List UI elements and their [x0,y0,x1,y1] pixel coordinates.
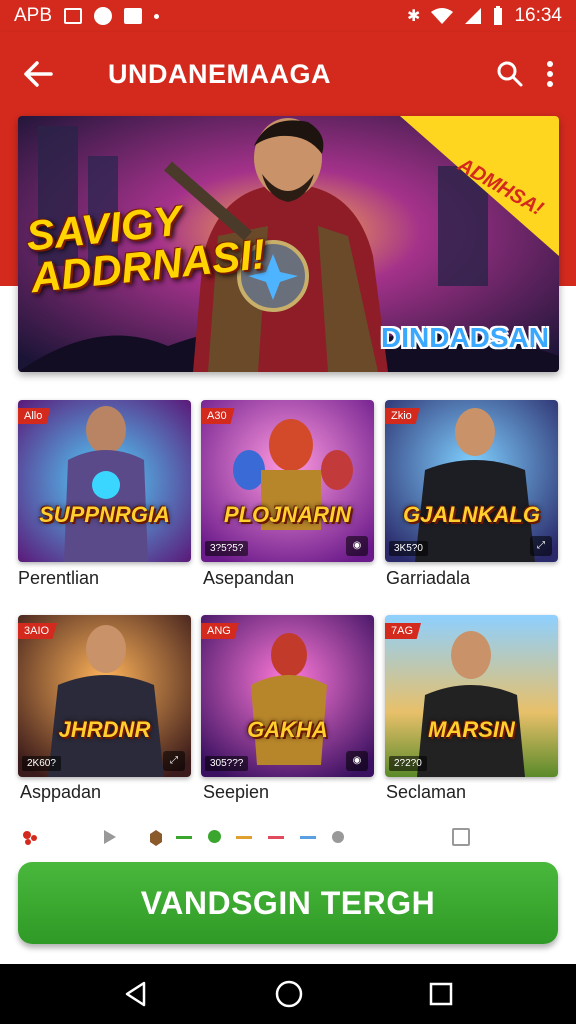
game-tile[interactable]: Allo SUPPNRGIA [18,400,191,562]
game-tile[interactable]: 3AIO JHRDNR 2K60? ⤢ [18,615,191,777]
tile-tag: ANG [201,623,239,639]
game-logo: GAKHA [247,717,328,742]
game-caption[interactable]: Asppadan [20,782,101,803]
tile-count: 2?2?0 [389,756,427,771]
game-tile[interactable]: A30 PLOJNARIN 3?5?5? ◉ [201,400,374,562]
nav-home-icon[interactable] [274,979,304,1009]
game-artwork [18,400,191,562]
tile-count: 3K5?0 [389,541,428,556]
page-indicator-row [0,826,576,848]
page-dash[interactable] [236,836,252,839]
status-bar: APB ✱ 16:34 [0,0,576,32]
game-caption[interactable]: Asepandan [203,568,294,589]
signal-icon [465,8,482,24]
square-icon[interactable] [452,828,470,846]
media-badge-icon: ⤢ [163,751,185,771]
game-logo: SUPPNRGIA [39,502,170,527]
apps-icon[interactable] [22,830,38,846]
play-icon[interactable] [102,828,118,846]
overflow-menu-button[interactable] [546,60,554,88]
game-grid: Allo SUPPNRGIA Perentlian A30 PLOJNARIN … [18,400,559,820]
game-tile[interactable]: 7AG MARSIN 2?2?0 [385,615,558,777]
page-dash[interactable] [300,836,316,839]
media-badge-icon: ◉ [346,536,368,556]
media-badge-icon: ◉ [346,751,368,771]
game-logo: PLOJNARIN [223,502,352,527]
page-title: UNDANEMAAGA [108,58,331,89]
more-notifications-icon [154,13,160,19]
youtube-notification-icon [124,8,143,24]
tile-tag: 7AG [385,623,422,639]
game-tile[interactable]: ANG GAKHA 305??? ◉ [201,615,374,777]
game-logo: GJALNKALG [403,502,540,527]
hero-banner[interactable]: SAVIGY ADDRNASI! ADMHSA! DINDADSAN [18,116,559,372]
nav-back-icon[interactable] [122,980,150,1008]
hero-subtitle: DINDADSAN [381,322,549,353]
media-badge-icon: ⤢ [530,536,552,556]
wifi-icon [431,8,454,24]
tile-tag: A30 [201,408,235,424]
back-button[interactable] [8,32,68,116]
tile-tag: Allo [18,408,51,424]
image-notification-icon [64,8,83,24]
system-nav-bar [0,964,576,1024]
tile-count: 305??? [205,756,249,771]
back-arrow-icon [24,61,53,87]
bluetooth-icon: ✱ [407,8,421,25]
tile-count: 2K60? [22,756,61,771]
tile-tag: 3AIO [18,623,58,639]
carrier-label: APB [14,5,53,26]
search-share-button[interactable] [496,60,524,88]
game-logo: MARSIN [428,717,515,742]
battery-icon [494,6,503,25]
game-caption[interactable]: Seepien [203,782,269,803]
page-dot-active[interactable] [208,830,221,843]
box-icon[interactable] [148,828,164,846]
page-dash[interactable] [176,836,192,839]
game-artwork [385,615,558,777]
game-caption[interactable]: Perentlian [18,568,99,589]
game-caption[interactable]: Seclaman [386,782,466,803]
page-dot[interactable] [332,831,344,843]
primary-cta-button[interactable]: VANDSGIN TERGH [18,862,558,944]
app-notification-icon [94,7,113,25]
game-logo: JHRDNR [58,717,151,742]
page-dash[interactable] [268,836,284,839]
tile-tag: Zkio [385,408,420,424]
game-tile[interactable]: Zkio GJALNKALG 3K5?0 ⤢ [385,400,558,562]
game-caption[interactable]: Garriadala [386,568,470,589]
tile-count: 3?5?5? [205,541,249,556]
nav-recents-icon[interactable] [428,981,454,1007]
app-bar: UNDANEMAAGA [0,32,576,116]
clock: 16:34 [514,5,562,26]
